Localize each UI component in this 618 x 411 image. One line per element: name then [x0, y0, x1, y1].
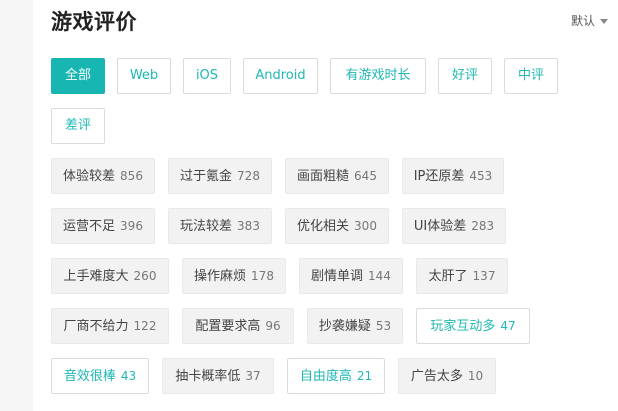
- tag-chip[interactable]: 厂商不给力 122: [51, 308, 169, 344]
- page-title: 游戏评价: [51, 10, 137, 34]
- tag-chip[interactable]: 操作麻烦 178: [182, 258, 286, 294]
- tag-count: 122: [133, 319, 157, 333]
- tag-count: 137: [472, 269, 496, 283]
- sort-label: 默认: [570, 14, 595, 28]
- sort-dropdown[interactable]: 默认: [571, 12, 608, 29]
- filter-chip-ios[interactable]: iOS: [183, 58, 231, 94]
- tag-chip[interactable]: 优化相关 300: [285, 208, 389, 244]
- tag-chip[interactable]: 音效很棒 43: [51, 358, 149, 394]
- tag-chip[interactable]: UI体验差 283: [402, 208, 506, 244]
- filter-chip-label: 有游戏时长: [345, 68, 411, 83]
- filter-chip-positive[interactable]: 好评: [438, 58, 492, 94]
- filter-chip-with-playtime[interactable]: 有游戏时长: [330, 58, 426, 94]
- tag-chip[interactable]: 画面粗糙 645: [285, 158, 389, 194]
- tag-chip[interactable]: 太肝了 137: [416, 258, 508, 294]
- filter-chip-negative[interactable]: 差评: [51, 108, 105, 144]
- tag-label: 配置要求高: [195, 319, 261, 334]
- tag-count: 37: [245, 369, 261, 383]
- tag-count: 453: [469, 169, 493, 183]
- tag-count: 178: [251, 269, 274, 283]
- caret-down-icon: [600, 18, 608, 24]
- tag-chip[interactable]: 抽卡概率低 37: [162, 358, 274, 394]
- tag-label: 玩法较差: [180, 219, 233, 234]
- filter-chip-label: 差评: [64, 118, 91, 133]
- game-reviews-panel: 游戏评价 默认 全部 Web iOS Android 有游戏时长 好评 中评 差…: [33, 0, 618, 411]
- filter-chip-label: 中评: [517, 68, 544, 83]
- tag-chip[interactable]: IP还原差 453: [402, 158, 504, 194]
- tag-count: 283: [471, 219, 495, 233]
- tag-count: 396: [120, 219, 143, 233]
- tag-count: 144: [368, 269, 391, 283]
- filter-chip-neutral[interactable]: 中评: [504, 58, 558, 94]
- filter-chip-label: Web: [129, 68, 159, 83]
- filter-chip-label: 全部: [64, 68, 91, 83]
- tag-count: 728: [237, 169, 260, 183]
- tag-label: 抄袭嫌疑: [318, 319, 371, 334]
- tag-chip[interactable]: 配置要求高 96: [182, 308, 294, 344]
- tag-count: 21: [356, 369, 373, 383]
- filter-chip-all[interactable]: 全部: [51, 58, 105, 94]
- tag-count: 300: [354, 219, 377, 233]
- tag-label: 过于氪金: [180, 169, 233, 184]
- tag-label: 剧情单调: [311, 269, 364, 284]
- tag-label: 上手难度大: [63, 269, 129, 284]
- tag-label: 广告太多: [410, 369, 463, 384]
- filter-chip-label: Android: [255, 68, 306, 83]
- tag-label: 玩家互动多: [430, 319, 496, 334]
- filter-chip-android[interactable]: Android: [243, 58, 318, 94]
- tag-count: 10: [467, 369, 484, 383]
- tag-chip[interactable]: 上手难度大 260: [51, 258, 169, 294]
- filter-chip-web[interactable]: Web: [117, 58, 171, 94]
- tag-label: 抽卡概率低: [175, 369, 241, 384]
- tag-label: 音效很棒: [63, 369, 116, 384]
- tag-chip[interactable]: 过于氪金 728: [168, 158, 272, 194]
- tag-count: 43: [120, 369, 137, 383]
- tag-count: 47: [500, 319, 516, 333]
- filter-chip-label: 好评: [451, 68, 478, 83]
- tag-label: 厂商不给力: [63, 319, 129, 334]
- tag-label: 优化相关: [297, 219, 350, 234]
- tag-label: 太肝了: [428, 269, 468, 284]
- tag-label: 体验较差: [63, 169, 116, 184]
- tag-count: 53: [375, 319, 392, 333]
- tag-count: 383: [237, 219, 260, 233]
- tag-count: 96: [265, 319, 281, 333]
- tag-label: 运营不足: [63, 219, 116, 234]
- tag-count: 856: [120, 169, 143, 183]
- tag-chip[interactable]: 玩法较差 383: [168, 208, 272, 244]
- tag-label: 自由度高: [299, 369, 352, 384]
- tag-label: UI体验差: [413, 219, 467, 234]
- tag-label: IP还原差: [413, 169, 465, 184]
- tag-chip[interactable]: 体验较差 856: [51, 158, 155, 194]
- tag-chip[interactable]: 抄袭嫌疑 53: [307, 308, 403, 344]
- tag-count: 645: [354, 169, 377, 183]
- tag-count: 260: [133, 269, 157, 283]
- tag-label: 画面粗糙: [297, 169, 350, 184]
- tag-chip[interactable]: 自由度高 21: [287, 358, 385, 394]
- tag-label: 操作麻烦: [194, 269, 247, 284]
- tag-chip[interactable]: 剧情单调 144: [299, 258, 403, 294]
- tag-chip[interactable]: 运营不足 396: [51, 208, 155, 244]
- filter-chip-label: iOS: [195, 68, 219, 83]
- tag-chip[interactable]: 广告太多 10: [398, 358, 496, 394]
- tag-chip[interactable]: 玩家互动多 47: [416, 308, 530, 344]
